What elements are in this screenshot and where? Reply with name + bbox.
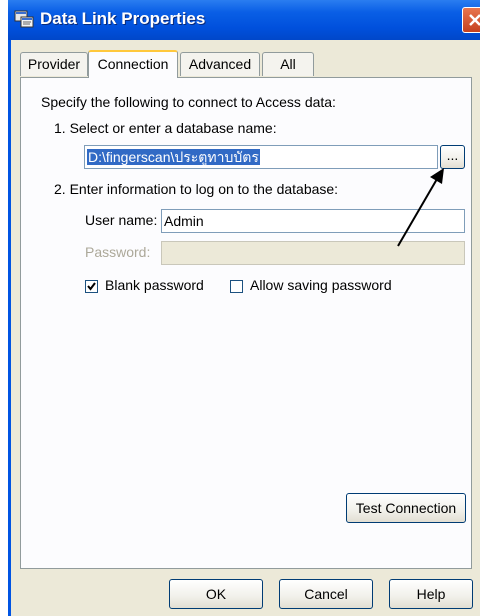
title-bar[interactable]: Data Link Properties [8, 0, 480, 40]
checkmark-icon [87, 282, 96, 291]
dialog-client-area: Provider Connection Advanced All Specify… [11, 40, 480, 616]
tab-all[interactable]: All [262, 52, 314, 76]
blank-password-label[interactable]: Blank password [105, 277, 204, 293]
window-title: Data Link Properties [40, 9, 206, 28]
database-path-text: D:\fingerscan\ประตูทาบบัตร [87, 149, 260, 165]
cancel-button[interactable]: Cancel [279, 579, 373, 609]
data-link-icon [14, 10, 34, 28]
test-connection-button[interactable]: Test Connection [346, 493, 466, 523]
intro-text: Specify the following to connect to Acce… [41, 94, 336, 110]
ok-button[interactable]: OK [169, 579, 263, 609]
step1-label: 1. Select or enter a database name: [54, 120, 277, 136]
blank-password-checkbox[interactable] [85, 280, 98, 293]
tab-provider[interactable]: Provider [20, 52, 88, 76]
connection-panel: Specify the following to connect to Acce… [20, 77, 472, 569]
step2-label: 2. Enter information to log on to the da… [54, 181, 339, 197]
database-name-input[interactable]: D:\fingerscan\ประตูทาบบัตร [84, 145, 438, 169]
username-input[interactable]: Admin [161, 209, 465, 233]
password-label: Password: [85, 244, 151, 260]
username-label: User name: [85, 212, 158, 228]
dialog-window: Data Link Properties Provider Connection… [8, 0, 480, 616]
allow-saving-password-checkbox[interactable] [230, 280, 243, 293]
close-icon [469, 14, 480, 26]
close-button[interactable] [462, 7, 480, 33]
tab-connection[interactable]: Connection [88, 50, 178, 78]
help-button[interactable]: Help [389, 579, 473, 609]
allow-saving-password-label[interactable]: Allow saving password [250, 277, 392, 293]
browse-button[interactable]: ... [440, 145, 465, 169]
password-input[interactable] [161, 241, 465, 265]
tab-advanced[interactable]: Advanced [180, 52, 260, 76]
